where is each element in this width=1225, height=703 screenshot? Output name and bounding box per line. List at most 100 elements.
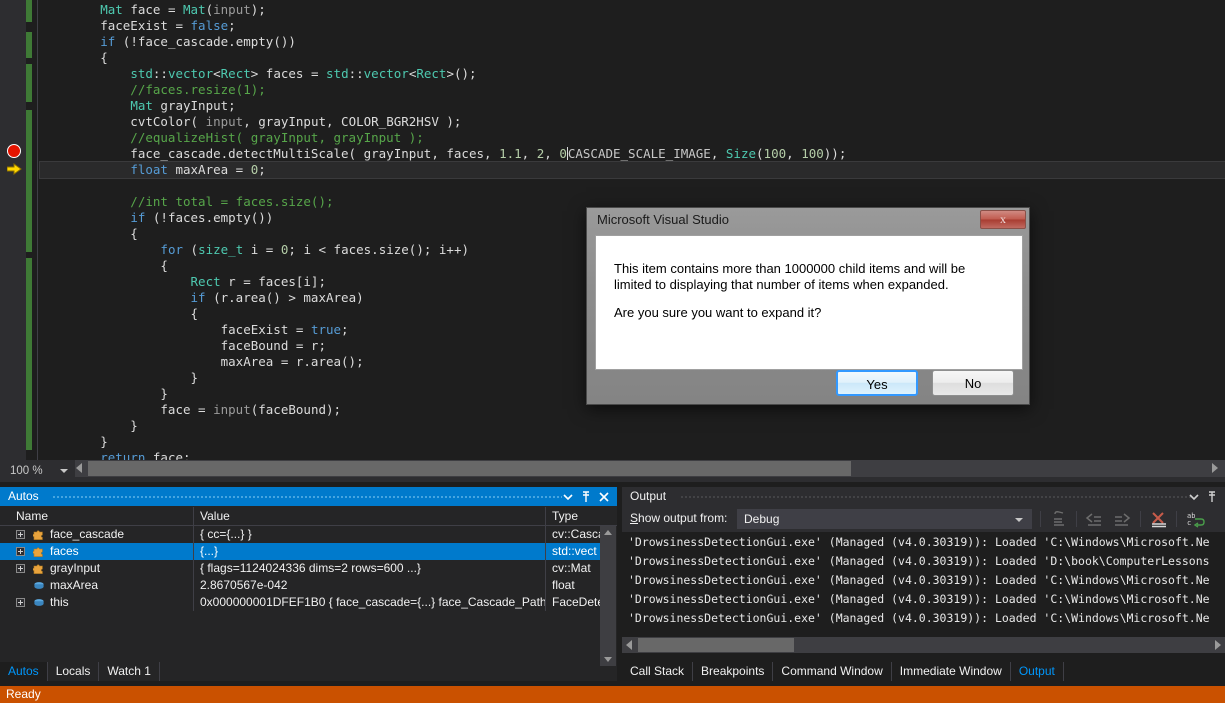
drag-grip-icon[interactable] xyxy=(680,495,1192,499)
autos-cell-value[interactable]: { cc={...} } xyxy=(193,526,545,543)
expand-icon[interactable] xyxy=(16,564,25,573)
tab-immediate-window[interactable]: Immediate Window xyxy=(892,662,1011,681)
zoom-level-combo[interactable]: 100 % xyxy=(5,462,68,480)
close-icon[interactable]: x xyxy=(980,210,1026,229)
code-line[interactable]: //equalizeHist( grayInput, grayInput ); xyxy=(40,130,1225,146)
dialog-titlebar[interactable]: Microsoft Visual Studio x xyxy=(587,208,1031,234)
chevron-down-icon[interactable] xyxy=(1187,490,1201,504)
autos-column-header-type[interactable]: Type xyxy=(545,507,617,526)
code-line[interactable]: } xyxy=(40,434,1225,450)
code-line[interactable]: Mat face = Mat(input); xyxy=(40,2,1225,18)
chevron-down-icon[interactable] xyxy=(60,469,68,473)
drag-grip-icon[interactable] xyxy=(52,495,562,499)
autos-titlebar[interactable]: Autos xyxy=(0,487,617,506)
code-token: grayInput; xyxy=(152,98,236,113)
code-token: Mat xyxy=(130,98,153,113)
autos-tab-strip[interactable]: Autos Locals Watch 1 xyxy=(0,662,617,681)
autos-vertical-scrollbar[interactable] xyxy=(600,526,616,666)
autos-column-header-name[interactable]: Name xyxy=(0,507,193,526)
show-output-from-combo[interactable]: Debug xyxy=(737,509,1032,529)
editor-hscroll-thumb[interactable] xyxy=(88,461,851,476)
code-token: ( xyxy=(183,242,199,257)
autos-cell-value[interactable]: 0x000000001DFEF1B0 { face_cascade={...} … xyxy=(193,594,545,611)
clear-all-icon[interactable] xyxy=(1050,510,1070,528)
code-line[interactable]: //faces.resize(1); xyxy=(40,82,1225,98)
expand-icon[interactable] xyxy=(16,530,25,539)
tab-breakpoints[interactable]: Breakpoints xyxy=(693,662,774,681)
code-token: } xyxy=(40,434,108,449)
code-line[interactable]: return face; xyxy=(40,450,1225,460)
code-line[interactable]: faceExist = false; xyxy=(40,18,1225,34)
code-token: Mat xyxy=(183,2,206,17)
autos-cell-name[interactable]: grayInput xyxy=(0,560,193,577)
code-token: //faces.resize(1); xyxy=(40,82,266,97)
chevron-down-icon[interactable] xyxy=(1015,518,1023,522)
output-titlebar[interactable]: Output xyxy=(622,487,1225,506)
scroll-up-arrow-icon[interactable] xyxy=(604,530,612,535)
tab-autos[interactable]: Autos xyxy=(0,662,48,681)
code-token: 100 xyxy=(801,146,824,161)
output-horizontal-scrollbar[interactable] xyxy=(622,637,1225,653)
table-row[interactable]: maxArea 2.8670567e-042 float xyxy=(0,577,600,594)
autos-cell-name[interactable]: maxArea xyxy=(0,577,193,594)
autos-cell-name[interactable]: faces xyxy=(0,543,193,560)
tab-locals[interactable]: Locals xyxy=(48,662,100,681)
code-line[interactable]: { xyxy=(40,50,1225,66)
tab-output[interactable]: Output xyxy=(1010,662,1064,681)
breakpoint-icon[interactable] xyxy=(7,144,21,158)
tab-command-window[interactable]: Command Window xyxy=(773,662,892,681)
message-dialog[interactable]: Microsoft Visual Studio x This item cont… xyxy=(586,207,1030,405)
next-message-icon[interactable] xyxy=(1112,510,1132,528)
output-toolbar[interactable]: Show output from: Debug ab c xyxy=(622,506,1225,532)
table-row[interactable]: this 0x000000001DFEF1B0 { face_cascade={.… xyxy=(0,594,600,611)
pin-icon[interactable] xyxy=(1205,490,1219,504)
yes-button[interactable]: Yes xyxy=(836,370,918,396)
table-row[interactable]: face_cascade { cc={...} } cv::Casca xyxy=(0,526,600,543)
code-token: i = xyxy=(243,242,281,257)
expand-icon[interactable] xyxy=(16,547,25,556)
scroll-left-arrow-icon[interactable] xyxy=(626,640,632,650)
code-line[interactable]: if (!face_cascade.empty()) xyxy=(40,34,1225,50)
code-token: { xyxy=(40,226,138,241)
code-line[interactable]: face_cascade.detectMultiScale( grayInput… xyxy=(40,146,1225,162)
code-line[interactable]: std::vector<Rect> faces = std::vector<Re… xyxy=(40,66,1225,82)
close-icon[interactable] xyxy=(597,490,611,504)
autos-cell-value[interactable]: 2.8670567e-042 xyxy=(193,577,545,594)
output-text[interactable]: 'DrowsinessDetectionGui.exe' (Managed (v… xyxy=(622,533,1225,628)
chevron-down-icon[interactable] xyxy=(561,490,575,504)
scroll-left-arrow-icon[interactable] xyxy=(76,463,82,473)
table-row[interactable]: grayInput { flags=1124024336 dims=2 rows=… xyxy=(0,560,600,577)
word-wrap-icon[interactable]: ab c xyxy=(1185,510,1205,528)
code-token: )); xyxy=(823,146,847,161)
autos-cell-name[interactable]: face_cascade xyxy=(0,526,193,543)
tab-call-stack[interactable]: Call Stack xyxy=(622,662,694,681)
autos-cell-value[interactable]: { flags=1124024336 dims=2 rows=600 ...} xyxy=(193,560,545,577)
code-line[interactable]: } xyxy=(40,418,1225,434)
toggle-output-icon[interactable] xyxy=(1149,510,1169,528)
output-tab-strip[interactable]: Call Stack Breakpoints Command Window Immed… xyxy=(622,662,1225,681)
code-line[interactable]: cvtColor( input, grayInput, COLOR_BGR2HS… xyxy=(40,114,1225,130)
output-line: 'DrowsinessDetectionGui.exe' (Managed (v… xyxy=(628,592,1210,606)
code-token: 0 xyxy=(559,146,567,161)
autos-cell-name[interactable]: this xyxy=(0,594,193,611)
code-line[interactable]: float maxArea = 0; xyxy=(39,161,1225,179)
scroll-right-arrow-icon[interactable] xyxy=(1212,463,1218,473)
code-token: true xyxy=(310,322,342,337)
no-button[interactable]: No xyxy=(932,370,1014,396)
code-token: (!faces.empty()) xyxy=(145,210,274,225)
autos-rows[interactable]: face_cascade { cc={...} } cv::Casca faces {.… xyxy=(0,526,600,651)
previous-message-icon[interactable] xyxy=(1084,510,1104,528)
autos-column-header-value[interactable]: Value xyxy=(193,507,545,526)
code-line[interactable]: Mat grayInput; xyxy=(40,98,1225,114)
autos-cell-value[interactable]: {...} xyxy=(193,543,545,560)
expand-icon[interactable] xyxy=(16,598,25,607)
scroll-right-arrow-icon[interactable] xyxy=(1215,640,1221,650)
table-row[interactable]: faces {...} std::vect xyxy=(0,543,600,560)
code-token: face; xyxy=(145,450,191,460)
pin-icon[interactable] xyxy=(579,490,593,504)
code-line[interactable] xyxy=(40,178,1225,194)
output-hscroll-thumb[interactable] xyxy=(638,638,794,652)
tab-watch-1[interactable]: Watch 1 xyxy=(99,662,160,681)
editor-gutter[interactable] xyxy=(0,0,26,460)
